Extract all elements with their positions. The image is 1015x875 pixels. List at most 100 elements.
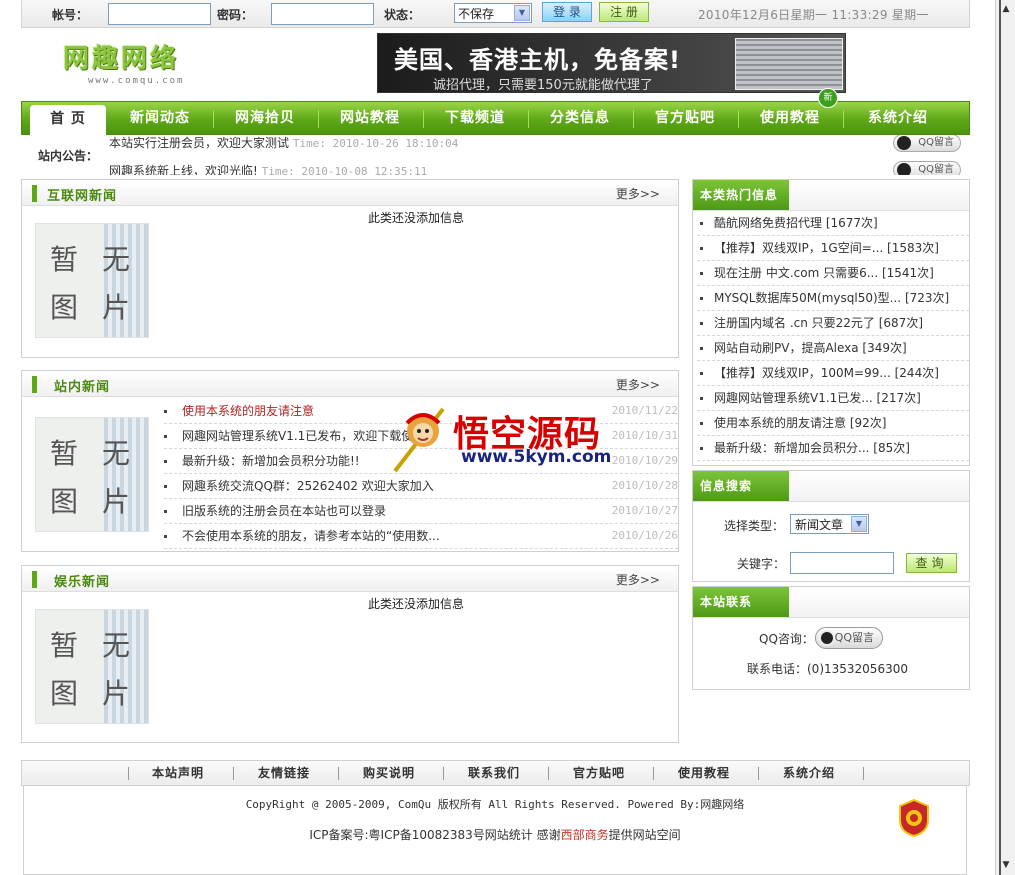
more-link[interactable]: 更多>> [616,571,660,588]
placeholder-char: 图 [50,485,79,518]
bullet-icon [700,222,703,225]
more-link[interactable]: 更多>> [616,376,660,393]
nav-divider [843,110,844,128]
chevron-down-icon[interactable]: ▼ [514,5,530,21]
announcement-item[interactable]: 本站实行注册会员，欢迎大家测试 Time: 2010-10-26 18:10:0… [109,135,458,151]
panel-header: 娱乐新闻 更多>> [22,566,678,592]
news-title[interactable]: 旧版系统的注册会员在本站也可以登录 [182,499,572,523]
no-image-placeholder: 暂 无 图 片 [35,417,149,532]
nav-item-about[interactable]: 系统介绍 [850,102,946,136]
hot-info-panel: 本类热门信息 酷航网络免费招代理 [1677次] 【推荐】双线双IP，1G空间=.… [692,179,970,466]
nav-item-gems[interactable]: 网海拾贝 [219,102,311,136]
type-select-value: 新闻文章 [795,518,844,532]
nav-item-downloads[interactable]: 下载频道 [429,102,521,136]
chevron-down-icon[interactable]: ▼ [851,516,867,532]
qq-message-button[interactable]: QQ留言 [815,627,883,649]
nav-item-tutorials[interactable]: 网站教程 [324,102,416,136]
monkey-king-icon [393,407,445,473]
hot-info-row[interactable]: 网站自动刷PV，提高Alexa [349次] [697,336,969,361]
qq-message-button[interactable]: QQ留言 [893,161,961,175]
query-button[interactable]: 查询 [906,553,957,573]
footer-link[interactable]: 系统介绍 [783,761,835,785]
nav-divider [318,110,319,128]
nav-item-usage[interactable]: 使用教程 [744,102,836,136]
scroll-up-icon[interactable]: ▲ [999,2,1013,16]
bullet-icon [700,422,703,425]
status-select[interactable]: 不保存 ▼ [454,3,532,23]
register-button[interactable]: 注 册 [599,2,649,22]
scrollbar-track [999,0,1001,875]
qq-message-button[interactable]: QQ留言 [893,135,961,152]
placeholder-char: 图 [50,677,79,710]
placeholder-char: 无 [102,243,131,276]
hot-info-row[interactable]: 使用本系统的朋友请注意 [92次] [697,411,969,436]
qq-consult-label: QQ咨询： [759,632,814,646]
qq-message-label: QQ留言 [918,164,954,175]
hot-info-title[interactable]: 使用本系统的朋友请注意 [92次] [714,411,886,435]
hot-info-row[interactable]: 最新升级：新增加会员积分... [85次] [697,436,969,461]
account-input[interactable] [108,3,211,25]
hot-info-title[interactable]: 【推荐】双线双IP，100M=99... [244次] [714,361,939,385]
banner-headline: 美国、香港主机，免备案! [394,46,681,74]
news-row[interactable]: 网趣系统交流QQ群：25262402 欢迎大家加入 2010/10/28 [164,474,678,499]
footer-link[interactable]: 官方贴吧 [573,761,625,785]
logo-text: 网趣网络 [63,44,180,74]
announcement-item[interactable]: 网趣系统新上线，欢迎光临! Time: 2010-10-08 12:35:11 [109,162,427,175]
hot-info-row[interactable]: 【推荐】双线双IP，1G空间=... [1583次] [697,236,969,261]
keyword-input[interactable] [790,552,894,574]
hot-info-title[interactable]: 现在注册 中文.com 只需要6... [1541次] [714,261,934,285]
nav-item-forum[interactable]: 官方贴吧 [639,102,731,136]
more-link[interactable]: 更多>> [616,185,660,202]
title-bar-accent [32,571,37,588]
hot-info-title[interactable]: 【推荐】双线双IP，1G空间=... [1583次] [714,236,939,260]
title-bar-accent [32,376,37,393]
footer-link[interactable]: 本站声明 [152,761,204,785]
placeholder-char: 片 [102,677,131,710]
news-title[interactable]: 不会使用本系统的朋友，请参考本站的“使用数... [182,524,572,548]
hot-info-title[interactable]: 注册国内域名 .cn 只要22元了 [687次] [714,311,923,335]
hot-info-title[interactable]: 网趣网站管理系统V1.1已发... [217次] [714,386,921,410]
scroll-down-icon[interactable]: ▼ [999,858,1013,872]
footer-link[interactable]: 使用教程 [678,761,730,785]
footer-link[interactable]: 购买说明 [363,761,415,785]
footer-divider [653,767,654,780]
hot-info-row[interactable]: 酷航网络免费招代理 [1677次] [697,211,969,236]
window-scrollbar[interactable]: ▲ ▼ [995,0,1015,875]
placeholder-char: 暂 [50,437,79,470]
nav-divider [633,110,634,128]
nav-item-news[interactable]: 新闻动态 [114,102,206,136]
hot-info-row[interactable]: 【推荐】双线双IP，100M=99... [244次] [697,361,969,386]
hot-info-title[interactable]: 酷航网络免费招代理 [1677次] [714,211,878,235]
nav-item-classifieds[interactable]: 分类信息 [534,102,626,136]
hot-info-row[interactable]: MYSQL数据库50M(mysql50)型... [723次] [697,286,969,311]
hot-info-row[interactable]: 注册国内域名 .cn 只要22元了 [687次] [697,311,969,336]
bullet-icon [164,460,167,463]
placeholder-char: 无 [102,629,131,662]
hot-info-title[interactable]: 网站自动刷PV，提高Alexa [349次] [714,336,907,360]
news-row[interactable]: 不会使用本系统的朋友，请参考本站的“使用数... 2010/10/26 [164,524,678,549]
panel-header: 本类热门信息 [693,180,969,211]
news-date: 2010/10/27 [611,504,678,517]
no-image-placeholder: 暂 无 图 片 [35,609,149,724]
footer-link[interactable]: 联系我们 [468,761,520,785]
footer-link[interactable]: 友情链接 [258,761,310,785]
news-row[interactable]: 旧版系统的注册会员在本站也可以登录 2010/10/27 [164,499,678,524]
ad-banner[interactable]: 美国、香港主机，免备案! 诚招代理，只需要150元就能做代理了 [377,33,846,93]
placeholder-char: 暂 [50,243,79,276]
hot-info-title[interactable]: 最新升级：新增加会员积分... [85次] [714,436,910,460]
password-input[interactable] [271,3,374,25]
login-button[interactable]: 登 录 [542,2,592,22]
nav-item-home[interactable]: 首 页 [30,105,106,137]
news-title[interactable]: 网趣系统交流QQ群：25262402 欢迎大家加入 [182,474,572,498]
hot-info-row[interactable]: 网趣网站管理系统V1.1已发... [217次] [697,386,969,411]
site-logo[interactable]: 网趣网络 www.comqu.com [60,38,210,92]
type-select[interactable]: 新闻文章 ▼ [790,514,869,534]
police-emblem-icon[interactable] [897,798,931,838]
host-link[interactable]: 西部商务 [561,828,609,842]
keyword-label: 关键字： [737,557,786,571]
nav-divider [423,110,424,128]
hot-info-title[interactable]: MYSQL数据库50M(mysql50)型... [723次] [714,286,949,310]
watermark-url: www.5kym.com [461,447,612,467]
announcement-label: 站内公告： [38,149,99,163]
hot-info-row[interactable]: 现在注册 中文.com 只需要6... [1541次] [697,261,969,286]
